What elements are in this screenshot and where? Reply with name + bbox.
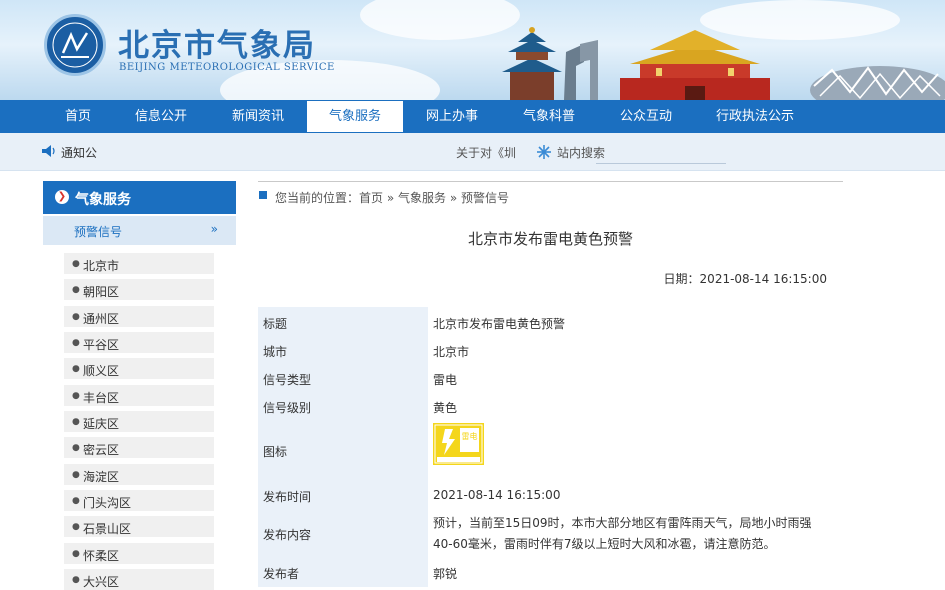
row-value-signal-level: 黄色 (433, 401, 458, 415)
district-item[interactable]: ● 石景山区 (64, 516, 214, 537)
bullet-icon: ● (72, 470, 80, 480)
bullet-icon: ● (72, 575, 80, 585)
nav-news[interactable]: 新闻资讯 (226, 100, 290, 133)
row-label-publish-time: 发布时间 (263, 490, 312, 504)
row-label-signal-type: 信号类型 (263, 373, 312, 387)
bullet-icon: ● (72, 364, 80, 374)
district-item[interactable]: ● 密云区 (64, 437, 214, 458)
row-label-city: 城市 (263, 345, 288, 359)
breadcrumb-prefix: 您当前的位置： (275, 191, 360, 205)
beijing-skyline-illustration (502, 27, 945, 100)
district-item[interactable]: ● 朝阳区 (64, 279, 214, 300)
district-item[interactable]: ● 平谷区 (64, 332, 214, 353)
content-divider (258, 181, 843, 182)
sidebar-item-label: 预警信号 (74, 225, 123, 239)
article-date: 日期：2021-08-14 16:15:00 (664, 270, 827, 287)
district-label: 门头沟区 (83, 496, 132, 510)
district-item[interactable]: ● 怀柔区 (64, 543, 214, 564)
notice-ticker[interactable]: 关于对《圳 (456, 144, 516, 161)
row-value-publish-time: 2021-08-14 16:15:00 (433, 488, 561, 502)
bullet-icon: ● (72, 391, 80, 401)
bullet-icon: ● (72, 443, 80, 453)
sidebar-title: ❯ 气象服务 (43, 181, 236, 214)
breadcrumb-weather-service[interactable]: 气象服务 (398, 191, 446, 205)
nav-weather-service[interactable]: 气象服务 (307, 101, 403, 132)
svg-text:雷电: 雷电 (462, 431, 478, 441)
article-title: 北京市发布雷电黄色预警 (467, 230, 633, 248)
nav-science[interactable]: 气象科普 (517, 100, 581, 133)
nav-public-interaction[interactable]: 公众互动 (614, 100, 678, 133)
row-value-city: 北京市 (433, 345, 470, 359)
row-label-title: 标题 (263, 317, 288, 331)
date-label: 日期： (663, 272, 700, 286)
district-label: 延庆区 (83, 417, 120, 431)
nav-info-disclosure[interactable]: 信息公开 (130, 100, 192, 133)
district-item[interactable]: ● 顺义区 (64, 358, 214, 379)
nav-home[interactable]: 首页 (56, 100, 100, 133)
district-label: 北京市 (83, 259, 120, 273)
main-nav: 首页 信息公开 新闻资讯 气象服务 网上办事 气象科普 公众互动 行政执法公示 (0, 100, 945, 133)
bullet-icon: ● (72, 549, 80, 559)
district-item[interactable]: ● 海淀区 (64, 464, 214, 485)
meteorological-logo-icon[interactable] (44, 14, 106, 76)
district-label: 怀柔区 (83, 549, 120, 563)
row-label-content: 发布内容 (263, 528, 312, 542)
row-label-icon: 图标 (263, 445, 288, 459)
breadcrumb-separator: » (386, 191, 395, 205)
header-banner: 北京市气象局 BEIJING METEOROLOGICAL SERVICE (0, 0, 945, 100)
district-label: 丰台区 (83, 391, 120, 405)
site-subtitle: BEIJING METEOROLOGICAL SERVICE (119, 62, 335, 73)
district-label: 朝阳区 (83, 285, 120, 299)
breadcrumb-warning-signals[interactable]: 预警信号 (461, 191, 509, 205)
breadcrumb: 您当前的位置：首页 » 气象服务 » 预警信号 (275, 189, 509, 206)
bullet-icon: ● (72, 522, 80, 532)
site-search-link[interactable]: 站内搜索 (557, 144, 605, 161)
district-label: 通州区 (83, 312, 120, 326)
location-icon (259, 191, 267, 199)
arrow-right-icon: ❯ (55, 190, 69, 204)
breadcrumb-home[interactable]: 首页 (359, 191, 383, 205)
row-label-signal-level: 信号级别 (263, 401, 312, 415)
search-underline (596, 163, 726, 164)
district-label: 顺义区 (83, 364, 120, 378)
district-item[interactable]: ● 通州区 (64, 306, 214, 327)
district-item[interactable]: ● 北京市 (64, 253, 214, 274)
district-label: 平谷区 (83, 338, 120, 352)
site-title: 北京市气象局 (118, 28, 316, 64)
breadcrumb-separator: » (449, 191, 458, 205)
bullet-icon: ● (72, 417, 80, 427)
double-chevron-icon: » (210, 222, 218, 236)
row-value-content: 预计，当前至15日09时，本市大部分地区有雷阵雨天气，局地小时雨强40-60毫米… (433, 516, 812, 551)
row-label-publisher: 发布者 (263, 567, 300, 581)
snowflake-search-icon (537, 145, 551, 159)
bullet-icon: ● (72, 285, 80, 295)
bullet-icon: ● (72, 259, 80, 269)
notice-label[interactable]: 通知公 (61, 144, 97, 161)
row-value-publisher: 郭锐 (433, 567, 458, 581)
district-label: 大兴区 (83, 575, 120, 589)
nav-enforcement[interactable]: 行政执法公示 (708, 100, 802, 133)
district-item[interactable]: ● 延庆区 (64, 411, 214, 432)
bullet-icon: ● (72, 496, 80, 506)
district-label: 石景山区 (83, 522, 132, 536)
notice-bar: 通知公 关于对《圳 站内搜索 (0, 133, 945, 171)
district-item[interactable]: ● 门头沟区 (64, 490, 214, 511)
lightning-yellow-warning-icon: 雷电 (433, 423, 484, 465)
date-value: 2021-08-14 16:15:00 (699, 272, 827, 286)
district-item[interactable]: ● 丰台区 (64, 385, 214, 406)
row-value-signal-type: 雷电 (433, 373, 458, 387)
bullet-icon: ● (72, 312, 80, 322)
speaker-icon (42, 145, 55, 157)
district-label: 密云区 (83, 443, 120, 457)
district-label: 海淀区 (83, 470, 120, 484)
sidebar-item-warning-signals[interactable]: 预警信号 » (43, 216, 236, 245)
bullet-icon: ● (72, 338, 80, 348)
row-value-title: 北京市发布雷电黄色预警 (433, 317, 566, 331)
sidebar-title-text: 气象服务 (75, 192, 131, 208)
nav-online-services[interactable]: 网上办事 (420, 100, 484, 133)
